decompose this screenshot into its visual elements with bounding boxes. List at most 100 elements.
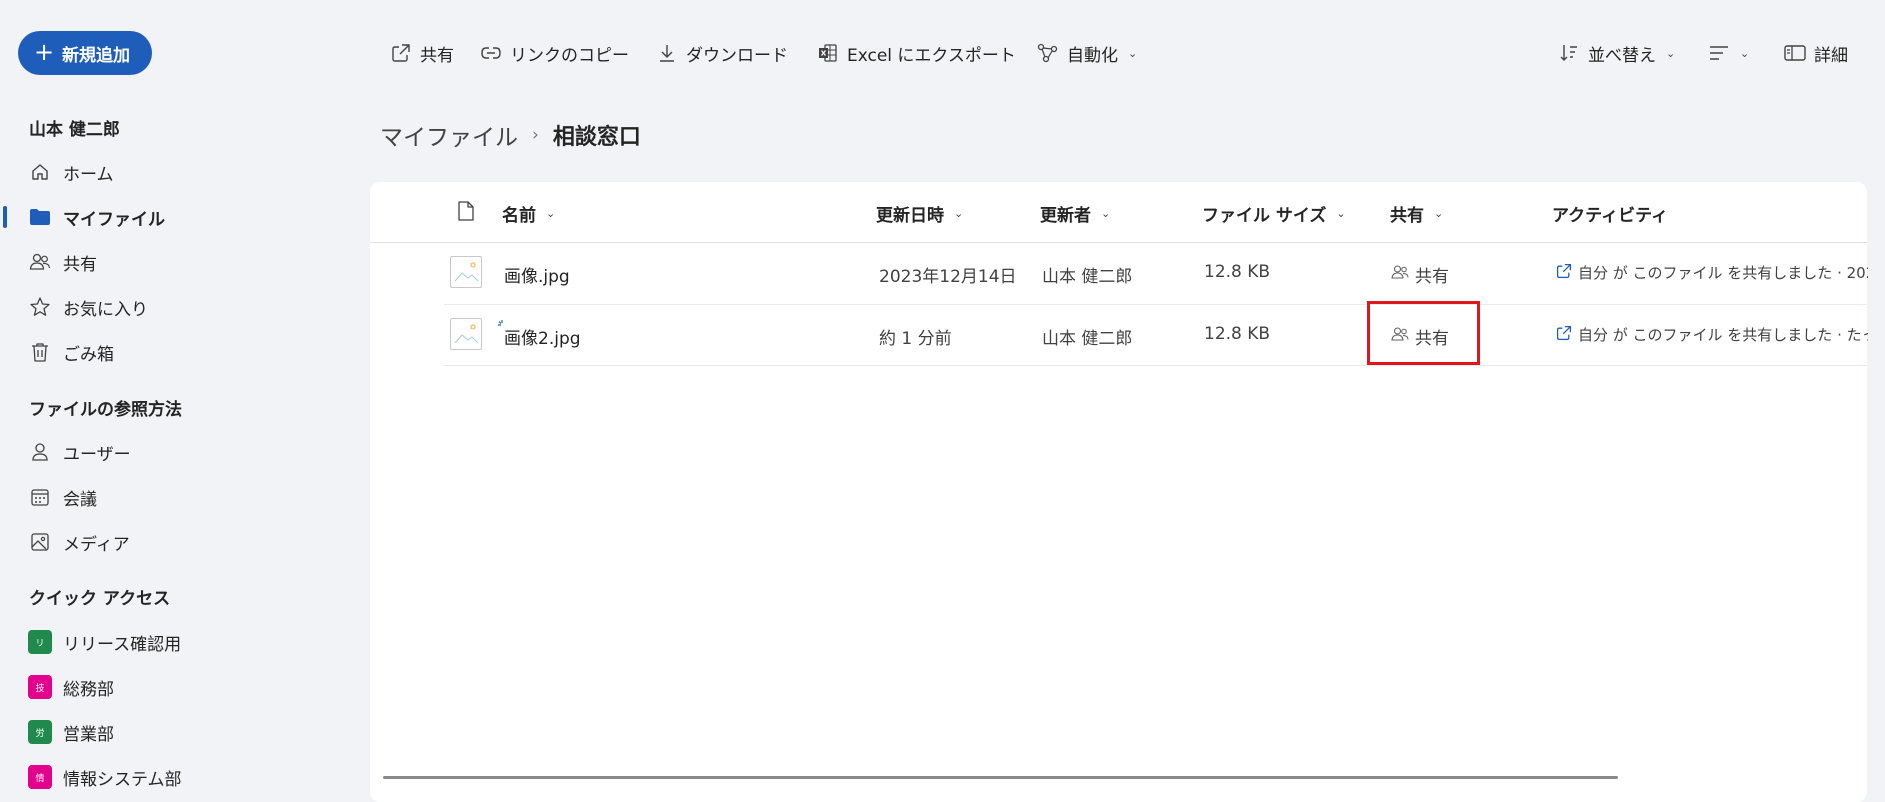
column-header-label: 更新者	[1040, 205, 1091, 226]
site-badge: 情	[28, 765, 52, 789]
sidebar-item-label: メディア	[63, 534, 130, 555]
chevron-right-icon: ›	[532, 125, 539, 145]
sidebar-item-my-files[interactable]: マイファイル	[0, 197, 300, 237]
file-type-column-header[interactable]	[457, 200, 475, 226]
people-icon	[1391, 264, 1409, 285]
column-header-activity: アクティビティ	[1552, 200, 1668, 226]
quick-access-label: 情報システム部	[63, 769, 182, 790]
details-pane-icon	[1784, 42, 1806, 64]
sort-icon	[1558, 42, 1580, 64]
activity-text: 自分 が このファイル を共有しました · 2023	[1578, 264, 1868, 282]
column-header-name[interactable]: 名前 ⌄	[502, 200, 555, 226]
sidebar-item-label: ユーザー	[63, 444, 131, 465]
file-size: 12.8 KB	[1204, 262, 1271, 282]
details-label: 詳細	[1814, 45, 1848, 66]
link-icon	[480, 42, 502, 64]
calendar-icon	[29, 486, 51, 508]
chevron-down-icon: ⌄	[1128, 46, 1138, 60]
list-view-icon	[1708, 42, 1730, 64]
highlight-box	[1367, 301, 1480, 365]
browse-heading: ファイルの参照方法	[29, 400, 182, 420]
sort-button[interactable]: 並べ替え ⌄	[1558, 38, 1675, 68]
modified-by: 山本 健二郎	[1042, 329, 1133, 349]
plus-icon: +	[33, 38, 55, 66]
quick-access-item[interactable]: 労 営業部	[0, 712, 300, 752]
sidebar-item-home[interactable]: ホーム	[0, 152, 300, 192]
download-icon	[656, 42, 678, 64]
quick-access-item[interactable]: リ リリース確認用	[0, 622, 300, 662]
quick-access-heading: クイック アクセス	[29, 589, 171, 609]
home-icon	[29, 161, 51, 183]
trash-icon	[29, 341, 51, 363]
sort-label: 並べ替え	[1588, 45, 1656, 66]
sidebar-item-label: マイファイル	[63, 209, 165, 230]
sidebar-item-favorites[interactable]: お気に入り	[0, 287, 300, 327]
share-icon	[390, 42, 412, 64]
activity-info[interactable]: 自分 が このファイル を共有しました · 2023	[1556, 262, 1868, 283]
column-header-size[interactable]: ファイル サイズ ⌄	[1202, 200, 1346, 226]
breadcrumb-root[interactable]: マイファイル	[380, 118, 518, 152]
sidebar-item-shared[interactable]: 共有	[0, 242, 300, 282]
sidebar-item-label: ホーム	[63, 164, 114, 185]
folder-icon	[29, 206, 51, 228]
sidebar-item-recycle-bin[interactable]: ごみ箱	[0, 332, 300, 372]
column-header-modified-by[interactable]: 更新者 ⌄	[1040, 200, 1110, 226]
sidebar-item-label: ごみ箱	[63, 344, 114, 365]
row-divider	[444, 304, 1867, 305]
sharing-label: 共有	[1415, 267, 1449, 287]
file-icon	[457, 200, 475, 227]
star-icon	[29, 296, 51, 318]
column-header-sharing[interactable]: 共有 ⌄	[1390, 200, 1443, 226]
sharing-status[interactable]: 共有	[1391, 262, 1449, 287]
share-icon	[1556, 325, 1572, 345]
file-name[interactable]: 画像2.jpg	[504, 324, 581, 349]
people-icon	[29, 251, 51, 273]
sidebar: + 新規追加 山本 健二郎 ホーム マイファイル 共有 お気に入り ごみ箱 ファ…	[0, 0, 360, 790]
sidebar-item-label: 会議	[63, 489, 97, 510]
column-header-label: 共有	[1390, 205, 1424, 226]
activity-info[interactable]: 自分 が このファイル を共有しました · たっ	[1556, 324, 1868, 345]
column-header-modified[interactable]: 更新日時 ⌄	[876, 200, 963, 226]
chevron-down-icon: ⌄	[1336, 206, 1346, 220]
quick-access-item[interactable]: 情 情報システム部	[0, 757, 300, 797]
automate-button[interactable]: 自動化 ⌄	[1037, 38, 1137, 68]
export-excel-label: Excel にエクスポート	[847, 45, 1016, 66]
sidebar-item-meetings[interactable]: 会議	[0, 477, 300, 517]
automate-label: 自動化	[1067, 45, 1118, 66]
file-size: 12.8 KB	[1204, 324, 1271, 344]
new-button[interactable]: + 新規追加	[18, 31, 152, 75]
image-thumbnail-icon	[450, 318, 482, 350]
modified-by: 山本 健二郎	[1042, 267, 1133, 287]
row-divider	[444, 365, 1867, 366]
automate-icon	[1037, 42, 1059, 64]
quick-access-label: 営業部	[63, 724, 114, 745]
download-button[interactable]: ダウンロード	[656, 38, 788, 68]
view-options-button[interactable]: ⌄	[1708, 38, 1749, 68]
sidebar-item-media[interactable]: メディア	[0, 522, 300, 562]
sidebar-item-label: お気に入り	[63, 299, 148, 320]
export-excel-button[interactable]: Excel にエクスポート	[817, 38, 1016, 68]
quick-access-label: 総務部	[63, 679, 114, 700]
sidebar-item-people[interactable]: ユーザー	[0, 432, 300, 472]
breadcrumb: マイファイル › 相談窓口	[380, 118, 641, 152]
horizontal-scrollbar[interactable]	[383, 776, 1618, 779]
breadcrumb-current: 相談窓口	[552, 125, 641, 150]
chevron-down-icon: ⌄	[546, 206, 556, 220]
details-button[interactable]: 詳細	[1784, 38, 1848, 68]
new-button-label: 新規追加	[62, 45, 131, 66]
site-badge: リ	[28, 630, 52, 654]
user-name: 山本 健二郎	[29, 120, 120, 140]
activity-text: 自分 が このファイル を共有しました · たっ	[1578, 326, 1868, 344]
sidebar-item-label: 共有	[63, 254, 97, 275]
column-header-label: アクティビティ	[1552, 205, 1669, 226]
column-header-label: 更新日時	[876, 205, 944, 226]
share-button[interactable]: 共有	[390, 38, 454, 68]
copy-link-button[interactable]: リンクのコピー	[480, 38, 629, 68]
share-icon	[1556, 263, 1572, 283]
image-icon	[29, 531, 51, 553]
copy-link-label: リンクのコピー	[510, 45, 629, 66]
quick-access-item[interactable]: 技 総務部	[0, 667, 300, 707]
file-name[interactable]: 画像.jpg	[504, 262, 570, 287]
download-label: ダウンロード	[686, 45, 788, 66]
quick-access-label: リリース確認用	[63, 634, 182, 655]
